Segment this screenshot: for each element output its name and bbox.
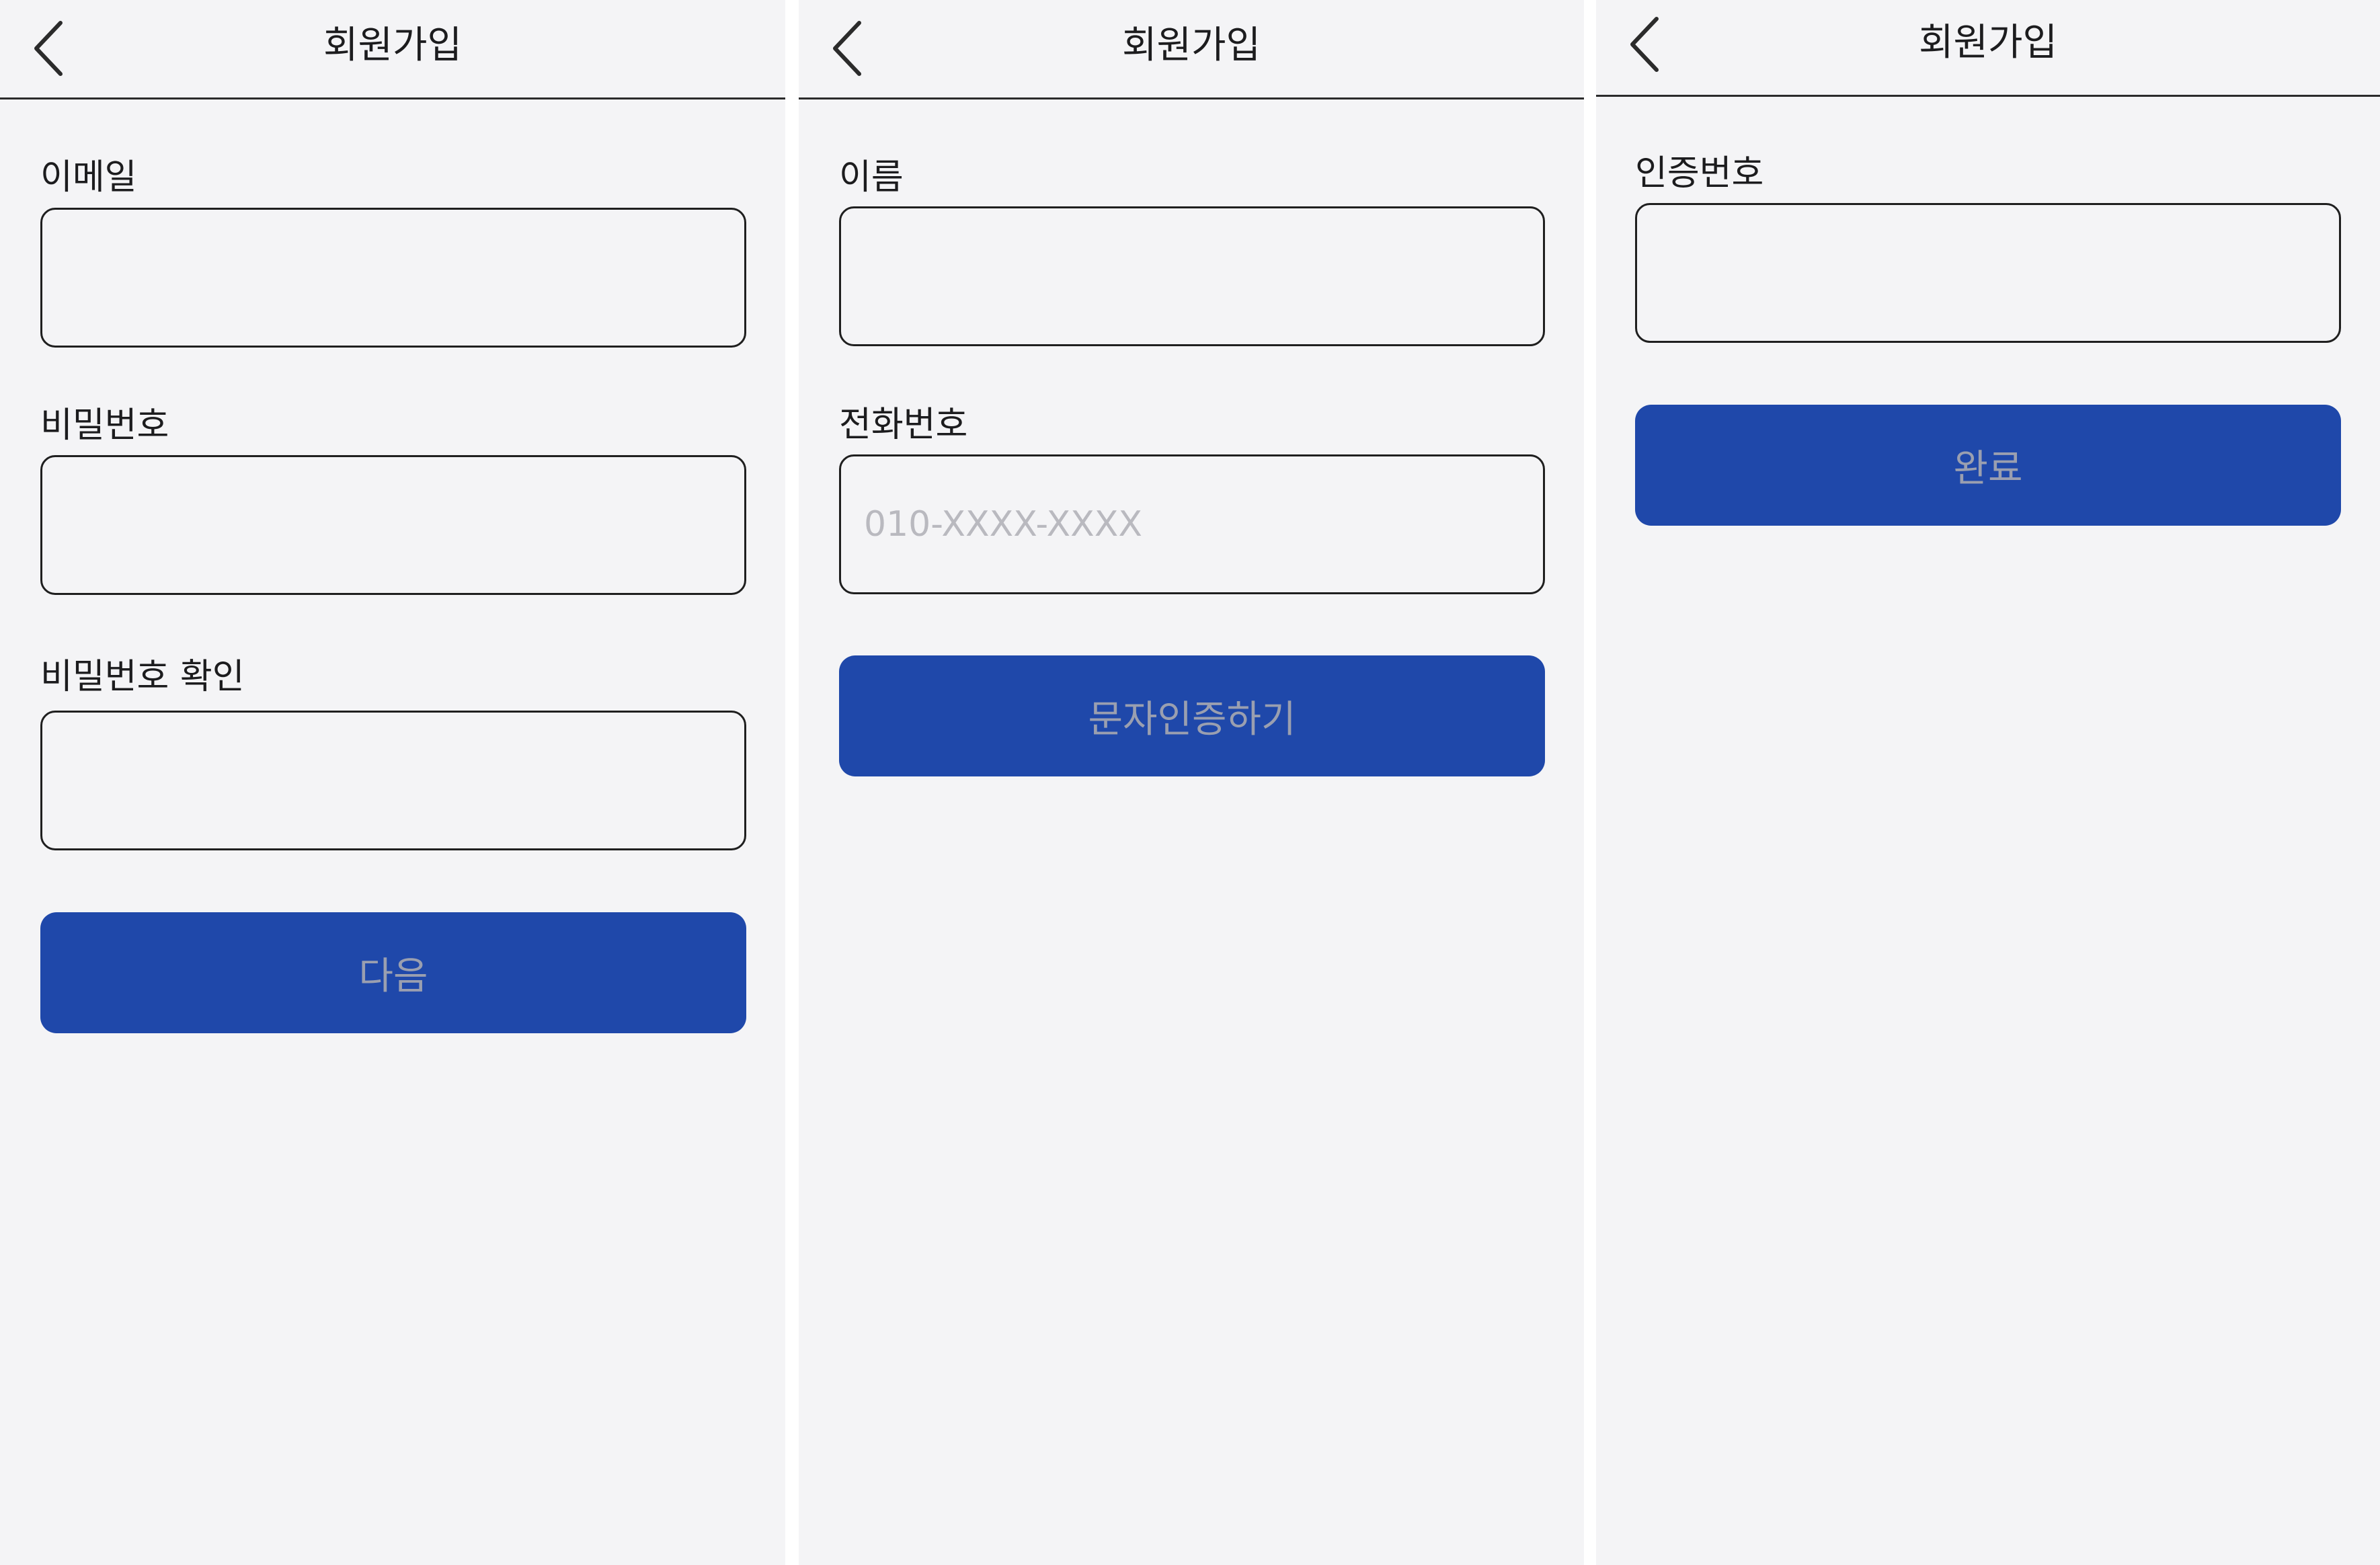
password-confirm-input[interactable]	[42, 713, 744, 848]
page-title: 회원가입	[1121, 24, 1261, 67]
password-input[interactable]	[42, 457, 744, 593]
header: 회원가입	[799, 0, 1584, 99]
email-input[interactable]	[42, 210, 744, 346]
verification-code-input[interactable]	[1637, 205, 2339, 341]
verification-code-field[interactable]	[1635, 203, 2341, 343]
header: 회원가입	[0, 0, 785, 99]
next-button[interactable]: 다음	[40, 912, 746, 1033]
name-label: 이름	[839, 157, 904, 198]
page-title: 회원가입	[323, 24, 463, 67]
verification-code-label: 인증번호	[1635, 153, 1764, 194]
phone-label: 전화번호	[839, 405, 968, 445]
page-title: 회원가입	[1918, 21, 2058, 65]
password-label: 비밀번호	[40, 405, 169, 446]
phone-field[interactable]	[839, 454, 1545, 594]
email-label: 이메일	[40, 157, 137, 198]
name-field[interactable]	[839, 206, 1545, 346]
signup-screen-phone: 회원가입 이름 전화번호 문자인증하기	[799, 0, 1584, 1565]
send-sms-verification-button[interactable]: 문자인증하기	[839, 655, 1545, 776]
name-input[interactable]	[841, 208, 1543, 344]
phone-input[interactable]	[841, 456, 1543, 592]
signup-screen-verify: 회원가입 인증번호 완료	[1596, 0, 2380, 1565]
signup-screen-email: 회원가입 이메일 비밀번호 비밀번호 확인 다음	[0, 0, 785, 1565]
password-confirm-field[interactable]	[40, 711, 746, 850]
complete-button[interactable]: 완료	[1635, 405, 2341, 526]
password-field[interactable]	[40, 455, 746, 595]
email-field[interactable]	[40, 208, 746, 348]
header: 회원가입	[1596, 0, 2380, 97]
password-confirm-label: 비밀번호 확인	[40, 657, 245, 697]
